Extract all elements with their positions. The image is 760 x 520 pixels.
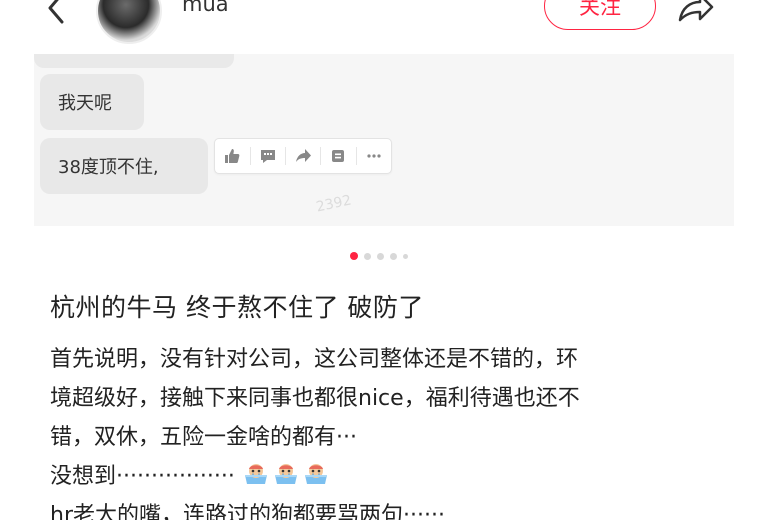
post-body: 首先说明，没有针对公司，这公司整体还是不错的，环 境超级好，接触下来同事也都很n… xyxy=(50,340,730,520)
crying-bath-emoji xyxy=(272,461,300,487)
message-action-toolbar xyxy=(214,138,392,174)
post-line: hr老大的嘴，连路过的狗都要骂两句······ xyxy=(50,503,445,520)
post-title: 杭州的牛马 终于熬不住了 破防了 xyxy=(50,293,424,322)
page-dot[interactable] xyxy=(403,253,408,259)
quote-icon xyxy=(327,143,350,169)
toolbar-divider xyxy=(355,147,357,165)
crying-bath-emoji xyxy=(302,461,330,487)
image-carousel[interactable]: 我天呢 38度顶不住, 2392 xyxy=(34,54,734,226)
follow-button[interactable]: 关注 xyxy=(544,0,656,30)
page-dot-active[interactable] xyxy=(350,252,358,260)
chat-bubble: 38度顶不住, xyxy=(40,138,208,194)
chat-bubble-text: 38度顶不住, xyxy=(58,157,159,178)
chat-bubble-text: 我天呢 xyxy=(58,93,112,114)
share-icon xyxy=(678,0,714,22)
note-header: mua 关注 xyxy=(0,0,760,54)
share-button[interactable] xyxy=(672,0,718,32)
page-dot[interactable] xyxy=(390,252,397,260)
forward-icon xyxy=(292,143,315,169)
carousel-pagination xyxy=(350,252,408,260)
back-button[interactable] xyxy=(36,0,76,28)
avatar[interactable] xyxy=(96,0,162,44)
crying-bath-emoji xyxy=(242,461,270,487)
toolbar-divider xyxy=(249,147,251,165)
post-line-text: 没想到················· xyxy=(50,464,235,489)
previous-bubble-edge xyxy=(34,54,234,68)
page-dot[interactable] xyxy=(377,252,384,260)
post-line-with-emoji: 没想到················· xyxy=(50,457,730,496)
post-line: 境超级好，接触下来同事也都很nice，福利待遇也还不 xyxy=(50,386,580,411)
more-icon xyxy=(363,143,386,169)
author-username[interactable]: mua xyxy=(182,0,229,16)
post-line: 首先说明，没有针对公司，这公司整体还是不错的，环 xyxy=(50,347,579,372)
toolbar-divider xyxy=(320,147,322,165)
chevron-left-icon xyxy=(48,0,64,24)
chat-bubble: 我天呢 xyxy=(40,74,144,130)
thumb-up-icon xyxy=(221,143,244,169)
page-dot[interactable] xyxy=(364,252,371,260)
post-line: 错，双休，五险一金啥的都有··· xyxy=(50,425,357,450)
toolbar-divider xyxy=(284,147,286,165)
image-watermark: 2392 xyxy=(314,192,353,216)
comment-icon xyxy=(256,143,279,169)
